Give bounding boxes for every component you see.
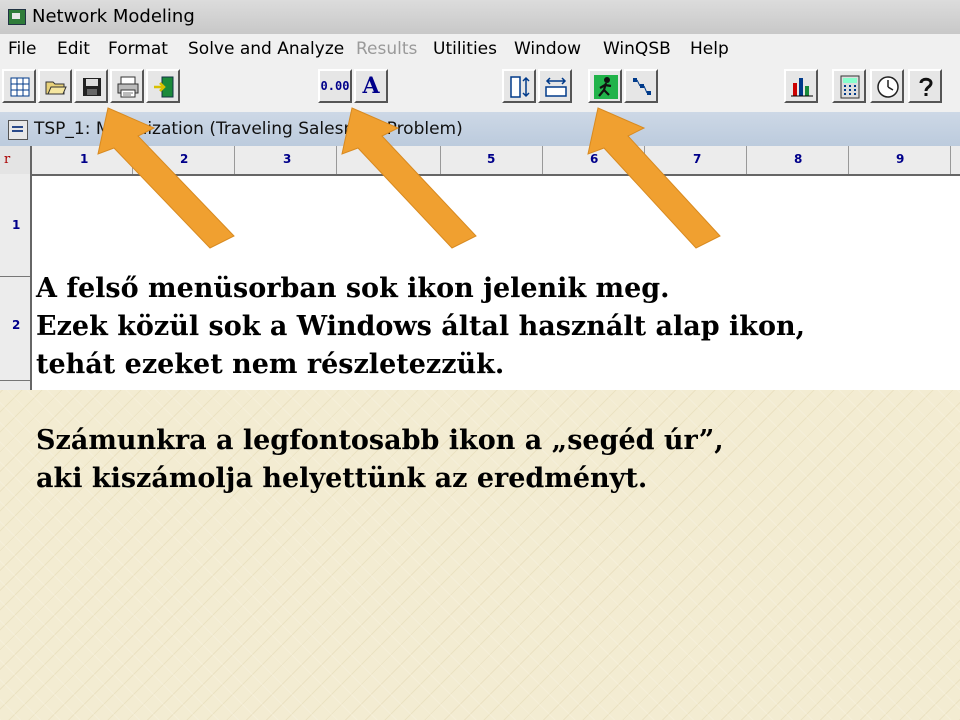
menu-file[interactable]: File <box>8 39 36 59</box>
graph-button[interactable] <box>624 69 658 103</box>
annotation-line-2: Ezek közül sok a Windows által használt … <box>36 311 806 342</box>
child-window-title: TSP_1: Minimization (Traveling Salesman … <box>34 119 463 139</box>
print-button[interactable] <box>110 69 144 103</box>
column-label[interactable]: 7 <box>693 152 701 166</box>
corner-label: r <box>4 152 11 167</box>
window-title: Network Modeling <box>32 6 195 27</box>
exit-button[interactable] <box>146 69 180 103</box>
chart-button[interactable] <box>784 69 818 103</box>
child-window-titlebar: TSP_1: Minimization (Traveling Salesman … <box>0 112 960 146</box>
corner-cell: r <box>0 146 32 174</box>
menu-results[interactable]: Results <box>356 39 417 59</box>
row-height-icon <box>545 77 567 97</box>
menu-format[interactable]: Format <box>108 39 168 59</box>
decimal-icon: 0.00 <box>320 79 350 93</box>
column-label[interactable]: 6 <box>590 152 598 166</box>
new-icon <box>10 77 30 97</box>
menu-utilities[interactable]: Utilities <box>433 39 497 59</box>
calculator-icon <box>840 75 860 99</box>
row-header: 1 2 <box>0 174 32 390</box>
menu-winqsb[interactable]: WinQSB <box>603 39 671 59</box>
solve-icon <box>594 75 618 99</box>
calculator-button[interactable] <box>832 69 866 103</box>
app-icon <box>8 9 26 25</box>
chart-icon <box>791 78 813 97</box>
save-icon <box>83 78 101 96</box>
menu-solve-and-analyze[interactable]: Solve and Analyze <box>188 39 344 59</box>
column-header: r 1 2 3 4 5 6 7 8 9 <box>0 146 960 176</box>
open-button[interactable] <box>38 69 72 103</box>
open-icon <box>45 81 67 95</box>
column-label[interactable]: 1 <box>80 152 88 166</box>
help-icon <box>919 77 933 96</box>
font-button[interactable]: A <box>354 69 388 103</box>
title-bar: Network Modeling <box>0 0 960 35</box>
decimal-button[interactable]: 0.00 <box>318 69 352 103</box>
annotation-line-1: A felső menüsorban sok ikon jelenik meg. <box>36 273 670 304</box>
document-icon <box>8 120 28 140</box>
font-icon: A <box>362 73 380 99</box>
column-label[interactable]: 4 <box>385 152 393 166</box>
column-label[interactable]: 2 <box>180 152 188 166</box>
solve-button[interactable] <box>588 69 622 103</box>
save-button[interactable] <box>74 69 108 103</box>
column-width-button[interactable] <box>502 69 536 103</box>
graph-icon <box>633 78 651 95</box>
menu-help[interactable]: Help <box>690 39 729 59</box>
exit-icon <box>154 76 174 98</box>
menu-window[interactable]: Window <box>514 39 581 59</box>
toolbar: 0.00 A <box>0 64 960 113</box>
row-height-button[interactable] <box>538 69 572 103</box>
column-width-icon <box>510 76 530 98</box>
help-button[interactable] <box>908 69 942 103</box>
column-label[interactable]: 3 <box>283 152 291 166</box>
menu-bar: File Edit Format Solve and Analyze Resul… <box>0 34 960 64</box>
column-label[interactable]: 9 <box>896 152 904 166</box>
column-label[interactable]: 8 <box>794 152 802 166</box>
row-label[interactable]: 2 <box>12 318 20 332</box>
column-label[interactable]: 5 <box>487 152 495 166</box>
new-button[interactable] <box>2 69 36 103</box>
annotation-line-3: tehát ezeket nem részletezzük. <box>36 349 505 380</box>
print-icon <box>117 76 139 98</box>
annotation-line-5: aki kiszámolja helyettünk az eredményt. <box>36 463 648 494</box>
clock-button[interactable] <box>870 69 904 103</box>
menu-edit[interactable]: Edit <box>57 39 90 59</box>
clock-icon <box>877 76 899 98</box>
annotation-line-4: Számunkra a legfontosabb ikon a „segéd ú… <box>36 425 724 456</box>
row-label[interactable]: 1 <box>12 218 20 232</box>
